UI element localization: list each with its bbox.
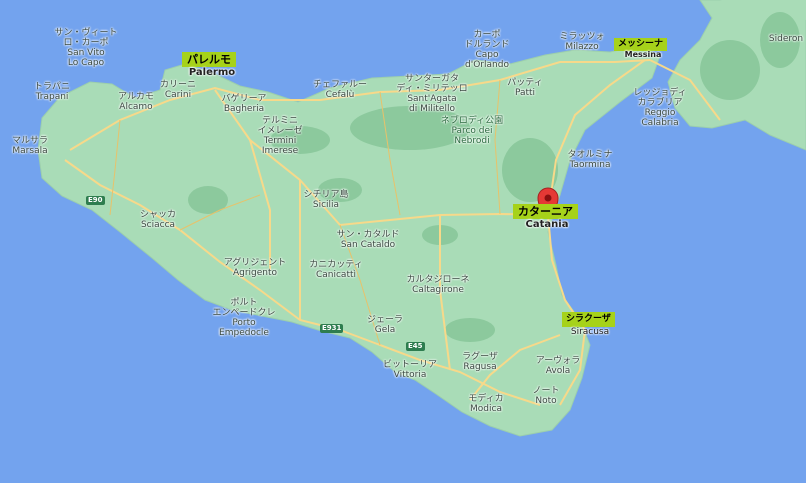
label-siracusa: Siracusa [570, 327, 610, 337]
label-porto: ポルト エンペードクレ Porto Empedocle [212, 298, 276, 338]
label-milazzo: ミラッツォ Milazzo [559, 32, 605, 52]
label-san-vito: サン・ヴィート ロ・カーポ San Vito Lo Capo [54, 28, 118, 68]
label-sideron: Sideron [768, 34, 804, 44]
label-termini: テルミニ イメレーゼ Termini Imerese [257, 116, 303, 156]
label-ragusa: ラグーザ Ragusa [462, 352, 498, 372]
road-e931-shield: E931 [320, 324, 344, 333]
label-capo: カーポ ドルランド Capo d'Orlando [464, 30, 510, 70]
label-modica: モディカ Modica [468, 394, 504, 414]
label-patti: パッティ Patti [507, 78, 543, 98]
label-vittoria: ビットーリア Vittoria [382, 360, 438, 380]
label-sciacca: シャッカ Sciacca [139, 210, 177, 230]
label-cefalu: チェファルー Cefalù [312, 80, 368, 100]
label-avola: アーヴォラ Avola [535, 356, 581, 376]
label-taormina: タオルミナ Taormina [567, 150, 613, 170]
label-agrigento: アグリジェント Agrigento [223, 258, 287, 278]
label-canicatti: カニカッティ Canicattì [309, 260, 363, 280]
label-carini: カリーニ Carini [159, 80, 197, 100]
map-canvas[interactable] [0, 0, 806, 483]
label-messina: Messina [624, 50, 662, 59]
label-catania: Catania [525, 219, 569, 230]
label-marsala: マルサラ Marsala [11, 136, 49, 156]
label-gela: ジェーラ Gela [366, 315, 404, 335]
label-alcamo: アルカモ Alcamo [118, 92, 154, 112]
label-palermo: Palermo [188, 67, 236, 78]
label-sicilia: シチリア島 Sicilia [303, 190, 349, 210]
highlight-siracusa: シラクーザ [562, 312, 615, 327]
highlight-catania: カターニア [513, 204, 578, 219]
label-reggio: レッジョディ カラブリア Reggio Calabria [633, 88, 687, 128]
label-trapani: トラパニ Trapani [34, 82, 70, 102]
road-e45-shield: E45 [406, 342, 425, 351]
label-santagata: サンターガタ ディ・ミリテッロ Sant'Agata di Militello [396, 74, 468, 114]
label-bagheria: バゲリーア Bagheria [221, 94, 267, 114]
highlight-palermo: パレルモ [182, 52, 236, 67]
label-caltagirone: カルタジローネ Caltagirone [406, 275, 470, 295]
label-noto: ノート Noto [532, 386, 560, 406]
label-nebrodi: ネブロディ公園 Parco dei Nebrodi [440, 116, 504, 146]
road-e90-shield: E90 [86, 196, 105, 205]
map-view[interactable]: パレルモ メッシーナ カターニア シラクーザ サン・ヴィート ロ・カーポ San … [0, 0, 806, 483]
label-san-cataldo: サン・カタルド San Cataldo [336, 230, 400, 250]
